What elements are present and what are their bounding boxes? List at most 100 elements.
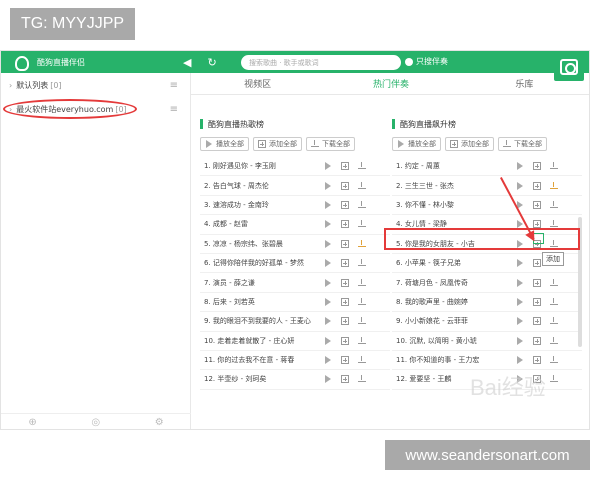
- song-row[interactable]: 9. 小小新娘花 - 云菲菲: [392, 312, 582, 332]
- play-icon[interactable]: [324, 239, 332, 248]
- play-icon[interactable]: [324, 297, 332, 306]
- download-icon[interactable]: [550, 162, 558, 170]
- add-icon[interactable]: [341, 297, 349, 306]
- download-icon[interactable]: [550, 317, 558, 325]
- play-icon[interactable]: [324, 200, 332, 209]
- play-icon[interactable]: [324, 375, 332, 384]
- refresh-icon[interactable]: ↻: [207, 56, 216, 69]
- song-row[interactable]: 11. 你的过去我不在意 - 蒋春: [200, 351, 390, 371]
- add-all-button[interactable]: 添加全部: [253, 137, 302, 151]
- song-row[interactable]: 11. 你不知道的事 - 王力宏: [392, 351, 582, 371]
- song-row[interactable]: 7. 荷塘月色 - 凤凰传奇: [392, 273, 582, 293]
- song-row[interactable]: 1. 刚好遇见你 - 李玉刚: [200, 157, 390, 177]
- add-icon[interactable]: [533, 336, 541, 345]
- play-icon[interactable]: [516, 181, 524, 190]
- song-row[interactable]: 10. 走着走着就散了 - 庄心妍: [200, 332, 390, 351]
- add-icon[interactable]: [533, 181, 541, 190]
- song-row[interactable]: 2. 告白气球 - 周杰伦: [200, 176, 390, 196]
- download-icon[interactable]: [358, 336, 366, 345]
- download-icon[interactable]: [358, 356, 366, 364]
- download-icon[interactable]: [358, 220, 366, 228]
- add-icon[interactable]: [341, 317, 349, 326]
- add-icon[interactable]: [533, 200, 541, 209]
- play-icon[interactable]: [324, 278, 332, 287]
- menu-icon[interactable]: ≡: [170, 104, 178, 115]
- song-row[interactable]: 4. 成都 - 赵雷: [200, 215, 390, 235]
- only-search-radio[interactable]: [405, 58, 413, 66]
- song-row[interactable]: 6. 记得你陪伴我的好孤单 - 梦然: [200, 254, 390, 274]
- play-icon[interactable]: [516, 336, 524, 345]
- play-icon[interactable]: [516, 317, 524, 326]
- tab-video[interactable]: 视频区: [191, 73, 324, 94]
- add-icon[interactable]: [341, 181, 349, 190]
- download-icon[interactable]: [550, 200, 558, 209]
- download-icon[interactable]: [358, 162, 366, 170]
- download-all-button[interactable]: 下载全部: [306, 137, 355, 151]
- play-icon[interactable]: [324, 259, 332, 268]
- play-all-button[interactable]: 播放全部: [392, 137, 441, 151]
- play-icon[interactable]: [324, 317, 332, 326]
- back-icon[interactable]: ◀: [183, 56, 191, 69]
- download-icon[interactable]: [550, 278, 558, 287]
- song-row[interactable]: 7. 演员 - 薛之谦: [200, 273, 390, 293]
- download-icon[interactable]: [358, 259, 366, 267]
- song-row[interactable]: 3. 速溶成功 - 金南玲: [200, 196, 390, 216]
- add-icon[interactable]: [341, 278, 349, 287]
- add-icon[interactable]: [533, 278, 541, 287]
- song-row[interactable]: 1. 约定 - 周蕙: [392, 157, 582, 177]
- add-icon[interactable]: [341, 239, 349, 248]
- add-list-icon[interactable]: ⊕: [28, 417, 36, 428]
- add-icon[interactable]: [533, 356, 541, 365]
- play-icon[interactable]: [516, 162, 524, 171]
- play-icon[interactable]: [324, 220, 332, 229]
- play-icon[interactable]: [324, 162, 332, 171]
- download-icon[interactable]: [358, 200, 366, 209]
- download-icon[interactable]: [358, 297, 366, 306]
- add-icon[interactable]: [341, 162, 349, 171]
- add-icon[interactable]: [341, 220, 349, 229]
- play-icon[interactable]: [516, 297, 524, 306]
- add-icon[interactable]: [341, 336, 349, 345]
- add-icon[interactable]: [341, 375, 349, 384]
- add-icon[interactable]: [533, 297, 541, 306]
- download-icon[interactable]: [358, 278, 366, 287]
- add-icon[interactable]: [533, 259, 541, 268]
- menu-icon[interactable]: ≡: [170, 80, 178, 91]
- play-icon[interactable]: [324, 181, 332, 190]
- song-row[interactable]: 10. 沉默, 以简明 - 黄小琥: [392, 332, 582, 351]
- play-icon[interactable]: [324, 356, 332, 365]
- song-row[interactable]: 9. 我的眼泪不到我要的人 - 王麦心: [200, 312, 390, 332]
- song-row[interactable]: 12. 半壶纱 - 刘珂矣: [200, 370, 390, 390]
- download-icon[interactable]: [550, 181, 558, 190]
- add-icon[interactable]: [533, 317, 541, 326]
- play-all-button[interactable]: 播放全部: [200, 137, 249, 151]
- download-icon[interactable]: [358, 375, 366, 383]
- add-icon[interactable]: [341, 259, 349, 268]
- sidebar-item-default[interactable]: › 默认列表 [0] ≡: [1, 73, 190, 97]
- play-icon[interactable]: [516, 259, 524, 268]
- download-icon[interactable]: [550, 356, 558, 364]
- download-all-button[interactable]: 下载全部: [498, 137, 547, 151]
- song-row[interactable]: 3. 你不懂 - 林小黎: [392, 196, 582, 216]
- play-icon[interactable]: [516, 278, 524, 287]
- download-icon[interactable]: [550, 297, 558, 306]
- sync-icon[interactable]: ◎: [91, 417, 100, 428]
- play-icon[interactable]: [324, 336, 332, 345]
- download-icon[interactable]: [358, 181, 366, 190]
- add-icon[interactable]: [533, 162, 541, 171]
- add-icon[interactable]: [341, 356, 349, 365]
- song-row[interactable]: 2. 三生三世 - 张杰: [392, 176, 582, 196]
- download-icon[interactable]: [550, 375, 558, 383]
- add-all-button[interactable]: 添加全部: [445, 137, 494, 151]
- song-row[interactable]: 8. 我的歌声里 - 曲婉婷: [392, 293, 582, 313]
- download-icon[interactable]: [550, 336, 558, 345]
- settings-icon[interactable]: ⚙: [155, 417, 164, 428]
- tab-music-library[interactable]: 乐库: [458, 73, 589, 94]
- download-icon[interactable]: [358, 317, 366, 325]
- search-input[interactable]: 搜索歌曲 · 歌手或歌词: [241, 55, 401, 70]
- song-row[interactable]: 5. 凉凉 - 杨宗纬、张碧晨: [200, 235, 390, 254]
- tab-hot-accompaniment[interactable]: 热门伴奏: [324, 73, 457, 94]
- download-icon[interactable]: [358, 239, 366, 248]
- song-row[interactable]: 8. 后来 - 刘若英: [200, 293, 390, 313]
- play-icon[interactable]: [516, 356, 524, 365]
